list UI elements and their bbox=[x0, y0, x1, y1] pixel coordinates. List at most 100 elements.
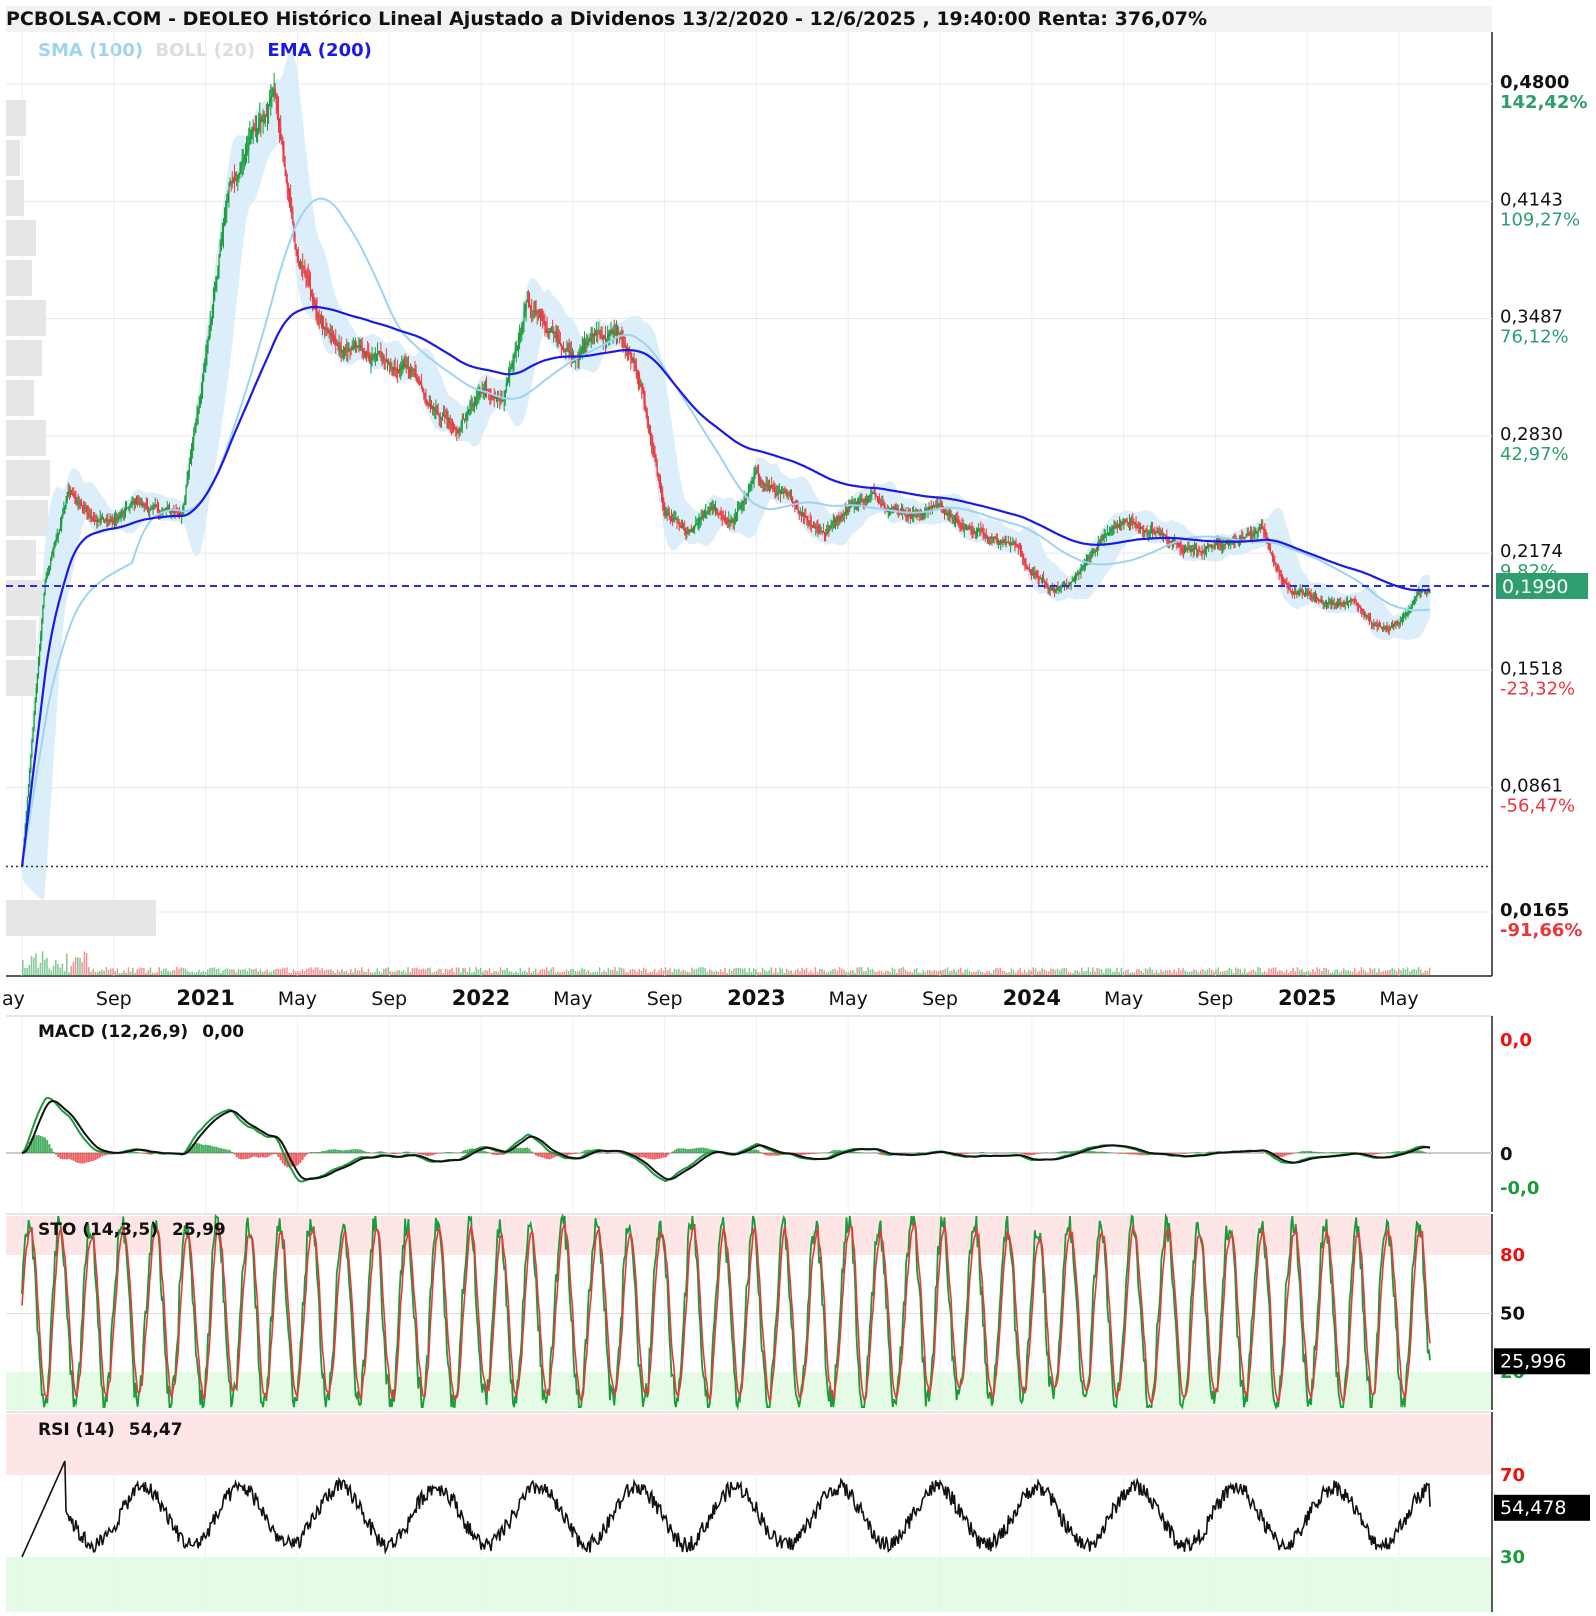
macd-hist-bar bbox=[907, 1153, 910, 1154]
candle-body bbox=[1153, 530, 1155, 534]
macd-hist-bar bbox=[361, 1149, 364, 1153]
volume-bar bbox=[308, 968, 310, 976]
macd-hist-bar bbox=[1248, 1152, 1251, 1153]
candle-body bbox=[285, 170, 287, 182]
macd-hist-bar bbox=[546, 1153, 549, 1160]
candle-body bbox=[485, 387, 488, 390]
macd-hist-bar bbox=[1336, 1152, 1339, 1153]
macd-hist-bar bbox=[702, 1147, 705, 1153]
candle-body bbox=[1177, 543, 1179, 546]
volume-bar bbox=[332, 971, 334, 976]
macd-hist-bar bbox=[750, 1149, 753, 1153]
candle-body bbox=[419, 383, 422, 385]
candle-body bbox=[895, 507, 897, 511]
macd-hist-bar bbox=[275, 1153, 278, 1155]
volume-bar bbox=[1003, 971, 1006, 976]
candle-body bbox=[105, 519, 107, 521]
volume-bar bbox=[999, 967, 1002, 976]
candle-body bbox=[1345, 602, 1347, 604]
volume-bar bbox=[1127, 969, 1129, 976]
volume-bar bbox=[1362, 969, 1365, 976]
x-tick-label: May bbox=[829, 988, 868, 1010]
candle-body bbox=[151, 507, 153, 509]
macd-hist-bar bbox=[1287, 1153, 1290, 1155]
candle-body bbox=[440, 417, 443, 419]
candle-body bbox=[404, 362, 406, 365]
volume-bar bbox=[1272, 967, 1275, 976]
candle-body bbox=[79, 502, 81, 505]
macd-hist-bar bbox=[77, 1153, 80, 1164]
candle-body bbox=[359, 345, 361, 347]
volume-bar bbox=[1246, 972, 1248, 976]
candle-body bbox=[779, 492, 782, 494]
volume-bar bbox=[1404, 969, 1407, 976]
volume-bar bbox=[1210, 969, 1213, 976]
chart-canvas[interactable]: 0,4800142,42%0,4143109,27%0,348776,12%0,… bbox=[0, 0, 1596, 1616]
macd-hist-bar bbox=[523, 1147, 526, 1153]
x-tick-label: Sep bbox=[647, 988, 683, 1010]
volume-bar bbox=[66, 953, 68, 976]
volume-bar bbox=[422, 968, 425, 976]
candle-body bbox=[609, 332, 611, 334]
volume-bar bbox=[823, 970, 825, 976]
volume-bar bbox=[1136, 969, 1138, 976]
volume-bar bbox=[187, 971, 189, 976]
volume-bar bbox=[275, 968, 277, 976]
candle-body bbox=[865, 499, 867, 501]
candle-body bbox=[757, 473, 760, 478]
rsi-overbought-zone bbox=[6, 1414, 1492, 1475]
volume-bar bbox=[675, 969, 678, 976]
candle-body bbox=[1007, 541, 1009, 543]
candle-body bbox=[418, 382, 421, 384]
macd-hist-bar bbox=[568, 1153, 571, 1155]
macd-hist-bar bbox=[1316, 1151, 1319, 1153]
macd-hist-bar bbox=[63, 1153, 66, 1160]
candle-body bbox=[233, 178, 236, 181]
candle-body bbox=[1211, 545, 1213, 547]
candle-body bbox=[364, 352, 367, 356]
x-tick-label: 2025 bbox=[1278, 986, 1336, 1010]
macd-hist-bar bbox=[1025, 1153, 1028, 1156]
price-axis-label: 0,3487 bbox=[1500, 307, 1563, 328]
candle-body bbox=[320, 317, 323, 322]
macd-hist-bar bbox=[380, 1151, 383, 1153]
volume-bar bbox=[785, 968, 788, 976]
candle-body bbox=[1333, 603, 1335, 605]
candle-body bbox=[101, 517, 103, 519]
candle-body bbox=[615, 330, 618, 333]
candle-body bbox=[823, 532, 826, 535]
candle-body bbox=[660, 489, 663, 495]
candle-body bbox=[408, 368, 411, 373]
candle-body bbox=[199, 397, 201, 404]
candle-body bbox=[1117, 525, 1120, 527]
volume-bar bbox=[101, 969, 103, 976]
candle-body bbox=[1059, 586, 1061, 588]
candle-body bbox=[1296, 592, 1298, 595]
volume-bar bbox=[182, 967, 185, 976]
macd-hist-bar bbox=[101, 1153, 104, 1157]
volume-bar bbox=[68, 972, 70, 976]
candle-body bbox=[460, 422, 462, 429]
volume-bar bbox=[1023, 969, 1026, 976]
macd-hist-bar bbox=[1032, 1153, 1035, 1156]
candle-body bbox=[744, 499, 746, 501]
candle-body bbox=[468, 409, 470, 411]
volume-bar bbox=[286, 967, 288, 976]
candle-body bbox=[526, 299, 528, 302]
candle-body bbox=[1418, 591, 1420, 594]
candle-body bbox=[1390, 625, 1393, 629]
macd-hist-bar bbox=[435, 1153, 438, 1154]
candle-body bbox=[48, 566, 51, 571]
volume-bar bbox=[1096, 967, 1098, 976]
candle-body bbox=[691, 530, 694, 532]
candle-body bbox=[876, 496, 878, 499]
candle-body bbox=[102, 517, 105, 520]
volume-bar bbox=[1228, 967, 1231, 976]
volume-bar bbox=[1158, 972, 1160, 976]
candle-body bbox=[386, 360, 389, 362]
volume-bar bbox=[603, 970, 605, 976]
volume-bar bbox=[314, 967, 317, 976]
candle-body bbox=[1411, 602, 1413, 606]
candle-body bbox=[476, 396, 478, 399]
candle-body bbox=[1197, 549, 1199, 551]
